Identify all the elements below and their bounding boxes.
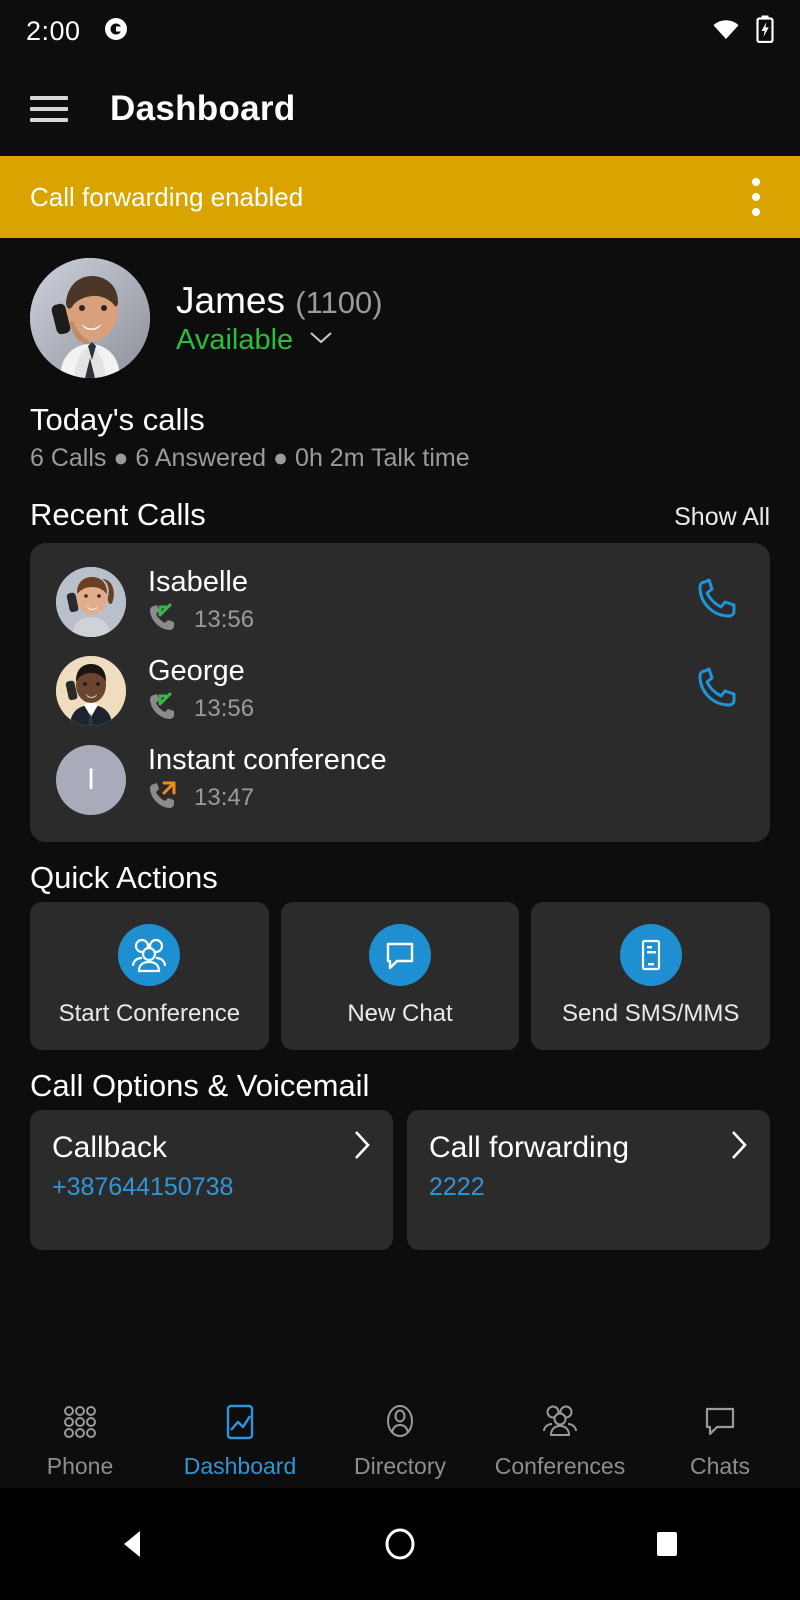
avatar-initial: I bbox=[86, 762, 96, 796]
wifi-icon bbox=[710, 16, 742, 47]
status-bar: 2:00 bbox=[0, 0, 800, 62]
profile-status-label: Available bbox=[176, 323, 294, 356]
callback-card[interactable]: Callback +387644150738 bbox=[30, 1110, 393, 1250]
status-bar-left: 2:00 bbox=[26, 16, 129, 47]
call-incoming-icon bbox=[148, 691, 178, 726]
sidebar-item-chats[interactable]: Chats bbox=[640, 1401, 800, 1480]
phone-call-icon[interactable] bbox=[690, 661, 744, 720]
call-forwarding-value: 2222 bbox=[429, 1173, 485, 1201]
call-forwarding-banner[interactable]: Call forwarding enabled bbox=[0, 156, 800, 238]
table-row[interactable]: Isabelle 13:56 bbox=[30, 557, 770, 646]
status-bar-right bbox=[710, 15, 774, 48]
sidebar-item-phone[interactable]: Phone bbox=[0, 1401, 160, 1480]
call-time: 13:47 bbox=[194, 783, 255, 811]
group-icon bbox=[539, 1401, 581, 1448]
battery-charging-icon bbox=[756, 15, 774, 48]
send-sms-button[interactable]: Send SMS/MMS bbox=[531, 902, 771, 1050]
table-row[interactable]: I Instant conference 13:47 bbox=[30, 735, 770, 824]
user-avatar-photo bbox=[30, 258, 150, 378]
call-contact-name: Isabelle bbox=[148, 566, 248, 598]
call-forwarding-header: Call forwarding bbox=[429, 1130, 748, 1165]
person-icon bbox=[379, 1401, 421, 1448]
call-contact-name: Instant conference bbox=[148, 744, 387, 776]
banner-text: Call forwarding enabled bbox=[30, 181, 304, 212]
call-time: 13:56 bbox=[194, 694, 255, 722]
call-incoming-icon bbox=[148, 602, 178, 637]
phone-screen: 2:00 Dashboard Call forwarding enabled J… bbox=[0, 0, 800, 1600]
mobile-message-icon bbox=[619, 924, 682, 986]
hamburger-menu-icon[interactable] bbox=[30, 96, 68, 122]
callback-header: Callback bbox=[52, 1130, 371, 1165]
page-title: Dashboard bbox=[110, 89, 296, 128]
call-contact-name: George bbox=[148, 655, 245, 687]
call-outgoing-icon bbox=[148, 780, 178, 815]
recent-calls-card: Isabelle 13:56 George 13:56 I Instant co… bbox=[30, 543, 770, 842]
call-meta: 13:56 bbox=[148, 691, 668, 726]
quick-actions-title: Quick Actions bbox=[30, 860, 218, 895]
call-details: George 13:56 bbox=[148, 655, 668, 726]
show-all-link[interactable]: Show All bbox=[674, 503, 770, 532]
profile-status[interactable]: Available bbox=[176, 324, 383, 357]
sidebar-item-label: Directory bbox=[353, 1453, 446, 1479]
chevron-right-icon[interactable] bbox=[730, 1130, 748, 1165]
status-bar-clock: 2:00 bbox=[26, 15, 81, 46]
chat-bubble-icon bbox=[369, 924, 431, 986]
android-back-icon[interactable] bbox=[73, 1525, 193, 1563]
sidebar-item-conferences[interactable]: Conferences bbox=[480, 1401, 640, 1480]
chat-icon bbox=[699, 1401, 741, 1448]
start-conference-button[interactable]: Start Conference bbox=[30, 902, 269, 1050]
dialpad-icon bbox=[59, 1401, 101, 1448]
profile-name: James bbox=[176, 279, 285, 321]
chart-icon bbox=[219, 1401, 261, 1448]
todays-calls-summary: 6 Calls ● 6 Answered ● 0h 2m Talk time bbox=[30, 444, 470, 472]
chevron-right-icon[interactable] bbox=[353, 1130, 371, 1165]
android-home-icon[interactable] bbox=[340, 1524, 460, 1564]
phone-call-icon[interactable] bbox=[690, 572, 744, 631]
sidebar-item-label: Chats bbox=[689, 1453, 751, 1479]
callback-value: +387644150738 bbox=[52, 1173, 234, 1201]
quick-action-label: New Chat bbox=[347, 1000, 453, 1027]
avatar bbox=[56, 655, 126, 726]
sidebar-item-label: Dashboard bbox=[183, 1453, 297, 1479]
call-options-row: Callback +387644150738 Call forwarding 2… bbox=[0, 1110, 800, 1250]
new-chat-button[interactable]: New Chat bbox=[280, 902, 520, 1050]
android-recents-icon[interactable] bbox=[607, 1527, 727, 1561]
avatar bbox=[56, 566, 126, 637]
quick-action-label: Send SMS/MMS bbox=[561, 1000, 740, 1027]
quick-actions-row: Start Conference New Chat Send SMS/MMS bbox=[0, 902, 800, 1050]
profile-extension: (1100) bbox=[295, 284, 383, 320]
android-system-nav bbox=[0, 1488, 800, 1600]
app-bar: Dashboard bbox=[0, 62, 800, 156]
call-meta: 13:56 bbox=[148, 602, 668, 637]
bottom-navigation: Phone Dashboard Directory Conferences Ch… bbox=[0, 1393, 800, 1488]
call-time: 13:56 bbox=[194, 605, 255, 633]
profile-name-row: James (1100) bbox=[176, 280, 383, 322]
sidebar-item-label: Conferences bbox=[494, 1453, 626, 1479]
sidebar-item-label: Phone bbox=[46, 1453, 114, 1479]
callback-title: Callback bbox=[52, 1130, 168, 1164]
call-forwarding-title: Call forwarding bbox=[429, 1130, 630, 1164]
profile-info: James (1100) Available bbox=[176, 280, 383, 357]
quick-action-label: Start Conference bbox=[58, 1000, 241, 1027]
call-forwarding-card[interactable]: Call forwarding 2222 bbox=[407, 1110, 770, 1250]
call-details: Instant conference 13:47 bbox=[148, 744, 744, 815]
call-details: Isabelle 13:56 bbox=[148, 566, 668, 637]
recent-calls-header: Recent Calls Show All bbox=[0, 479, 800, 543]
recent-calls-title: Recent Calls bbox=[30, 497, 206, 532]
table-row[interactable]: George 13:56 bbox=[30, 646, 770, 735]
app-badge-icon bbox=[103, 16, 129, 47]
call-options-title: Call Options & Voicemail bbox=[30, 1068, 370, 1103]
profile-section[interactable]: James (1100) Available bbox=[0, 238, 800, 384]
group-people-icon bbox=[118, 924, 181, 986]
avatar: I bbox=[56, 744, 126, 815]
todays-calls-title: Today's calls bbox=[30, 402, 205, 437]
kebab-menu-icon[interactable] bbox=[742, 172, 770, 222]
chevron-down-icon[interactable] bbox=[309, 331, 333, 350]
sidebar-item-directory[interactable]: Directory bbox=[320, 1401, 480, 1480]
sidebar-item-dashboard[interactable]: Dashboard bbox=[160, 1401, 320, 1480]
call-meta: 13:47 bbox=[148, 780, 744, 815]
